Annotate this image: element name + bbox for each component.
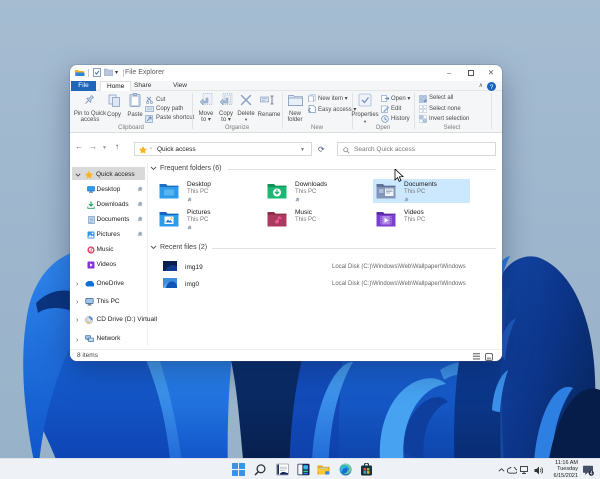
svg-text:4: 4 xyxy=(590,471,593,476)
svg-text:?: ? xyxy=(490,84,494,91)
